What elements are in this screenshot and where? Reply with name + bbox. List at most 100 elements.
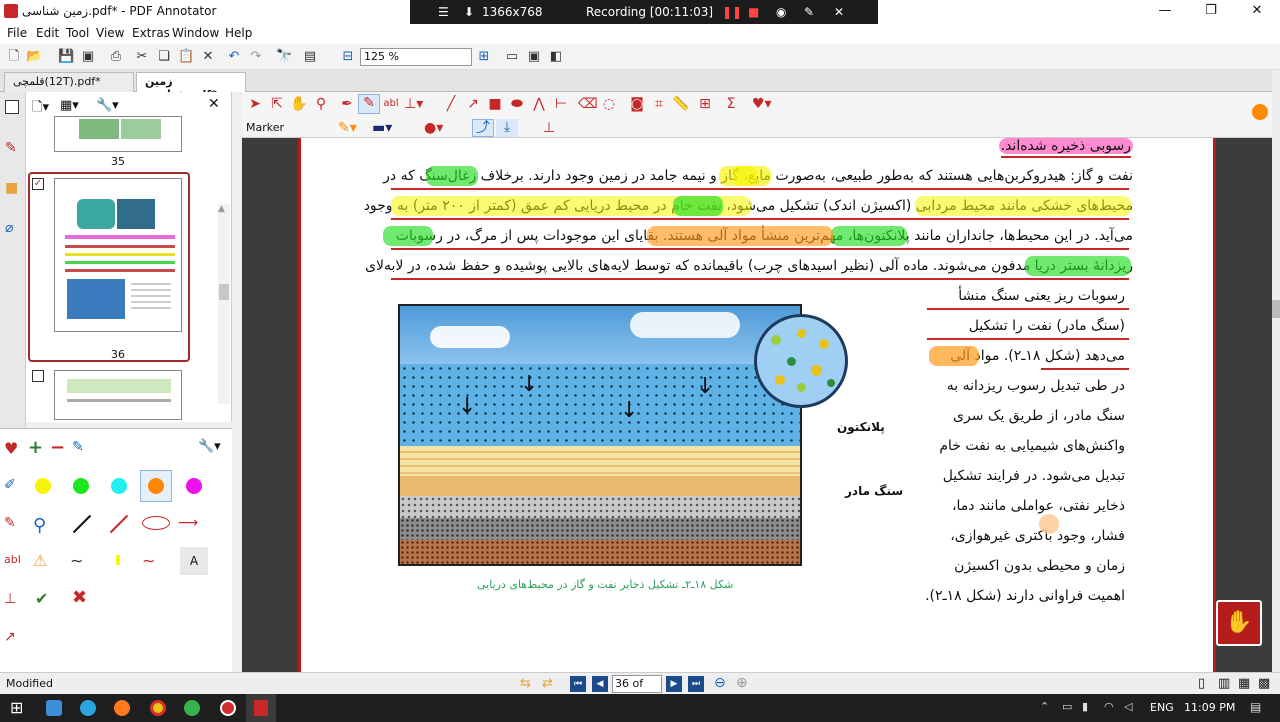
- favorite-heart-icon[interactable]: ♥▾: [752, 96, 772, 112]
- text-box-tool-icon[interactable]: A: [180, 547, 208, 575]
- snap-icon[interactable]: ⤓: [496, 119, 518, 137]
- last-page-button[interactable]: ⏭: [688, 676, 704, 692]
- cyan-marker-swatch[interactable]: [111, 478, 127, 494]
- thumbnail-page-35[interactable]: [54, 116, 182, 152]
- tray-battery-icon[interactable]: ▮: [1082, 700, 1088, 713]
- menu-extras[interactable]: Extras: [132, 26, 170, 40]
- copy-icon[interactable]: ❏: [156, 49, 172, 65]
- magenta-marker-swatch[interactable]: [186, 478, 202, 494]
- side-pen-icon[interactable]: ✐: [4, 477, 16, 493]
- ellipse-tool-icon[interactable]: [142, 516, 170, 530]
- select-arrow-icon[interactable]: ➤: [246, 96, 264, 112]
- fit-width-icon[interactable]: ▣: [526, 49, 542, 65]
- wrench-icon[interactable]: 🔧▾: [96, 98, 119, 113]
- image-tool-icon[interactable]: ⊞: [696, 96, 714, 112]
- sigma-tool-icon[interactable]: Σ: [722, 96, 740, 112]
- scroll-up-icon[interactable]: ▲: [218, 204, 230, 216]
- zoom-out-icon[interactable]: ⊟: [340, 49, 356, 65]
- print-icon[interactable]: ⎙: [108, 49, 124, 65]
- remove-tool-icon[interactable]: −: [50, 437, 65, 458]
- taskview-icon[interactable]: [46, 700, 62, 716]
- arrow-tool-icon[interactable]: ↗: [464, 96, 482, 112]
- ruler-tool-icon[interactable]: 📏: [672, 96, 690, 112]
- page-add-icon[interactable]: 🗋▾: [32, 98, 49, 120]
- menu-help[interactable]: Help: [225, 26, 252, 40]
- lasso-tool-icon[interactable]: ◌: [600, 96, 618, 112]
- tab-geology[interactable]: زمین شناسی.pdf*: [136, 72, 246, 101]
- view-mode-icon[interactable]: ▦▾: [60, 98, 79, 113]
- new-document-icon[interactable]: 🗋: [6, 49, 22, 65]
- close-panel-icon[interactable]: ✕: [208, 96, 220, 112]
- thumbnail-page-37[interactable]: [54, 370, 182, 420]
- stamp-tool-icon[interactable]: ⊥▾: [404, 96, 423, 112]
- tray-wifi-icon[interactable]: ◠: [1104, 700, 1114, 713]
- red-line-tool-icon[interactable]: [109, 514, 129, 534]
- tray-chevron-icon[interactable]: ⌃: [1040, 700, 1049, 713]
- attachment-tab-icon[interactable]: ⌀: [5, 220, 13, 236]
- save-icon[interactable]: 💾: [58, 49, 74, 65]
- cross-mark-icon[interactable]: ✖: [72, 587, 87, 608]
- zoom-select[interactable]: 125 %: [360, 48, 472, 66]
- back-icon[interactable]: ⊖: [714, 675, 726, 691]
- menu-view[interactable]: View: [96, 26, 124, 40]
- side-stamp-icon[interactable]: ⊥: [4, 591, 16, 607]
- eraser-tool-icon[interactable]: ⌫: [578, 96, 598, 112]
- folder-tab-icon[interactable]: ■: [5, 180, 18, 196]
- zoom-tool-icon[interactable]: ⚲: [312, 96, 330, 112]
- prev-page-button[interactable]: ◀: [592, 676, 608, 692]
- fullscreen-icon[interactable]: ◧: [548, 49, 564, 65]
- hand-mode-button[interactable]: ✋: [1216, 600, 1262, 646]
- save-as-icon[interactable]: ▣: [80, 49, 96, 65]
- undo-icon[interactable]: ↶: [226, 49, 242, 65]
- tab-qalamchi[interactable]: قلمچی(12T).pdf*: [4, 72, 134, 92]
- thumbnail-checkbox[interactable]: [32, 370, 44, 382]
- camera-icon[interactable]: ◉: [776, 5, 786, 19]
- paste-icon[interactable]: 📋: [178, 49, 194, 65]
- app-green-icon[interactable]: [184, 700, 200, 716]
- side-text-icon[interactable]: abl: [4, 553, 21, 566]
- crop-tool-icon[interactable]: ⌗: [650, 96, 668, 112]
- yellow-marker-swatch[interactable]: [35, 478, 51, 494]
- pin-icon[interactable]: ⬇: [464, 5, 474, 19]
- document-scrollbar[interactable]: [1272, 70, 1280, 672]
- yellow-highlighter-icon[interactable]: [116, 555, 120, 565]
- open-folder-icon[interactable]: 📂: [26, 49, 42, 65]
- pen-icon[interactable]: ✎: [804, 5, 814, 19]
- pause-icon[interactable]: ❚❚: [722, 5, 742, 19]
- typewriter-tool-icon[interactable]: abl: [382, 96, 400, 112]
- pdf-annotator-taskbar-icon[interactable]: [246, 694, 276, 722]
- thumbnail-page-36[interactable]: [54, 178, 182, 332]
- add-tool-icon[interactable]: +: [28, 437, 43, 458]
- menu-tool[interactable]: Tool: [66, 26, 89, 40]
- notifications-icon[interactable]: ▤: [1250, 700, 1261, 714]
- polyline-tool-icon[interactable]: ⋀: [530, 96, 548, 112]
- continuous-view-icon[interactable]: ▥: [1218, 676, 1230, 691]
- orange-marker-swatch[interactable]: [148, 478, 164, 494]
- menu-file[interactable]: File: [7, 26, 27, 40]
- favorites-heart-icon[interactable]: ♥: [4, 439, 18, 458]
- side-marker-icon[interactable]: ✎: [4, 515, 16, 531]
- firefox-icon[interactable]: [114, 700, 130, 716]
- clock[interactable]: 11:09 PM: [1184, 701, 1235, 714]
- single-page-view-icon[interactable]: ▯: [1198, 676, 1205, 691]
- thumbnail-checkbox[interactable]: ✓: [32, 178, 44, 190]
- grid-view-icon[interactable]: ▩: [1258, 676, 1270, 691]
- red-arrow-tool-icon[interactable]: ⟶: [178, 515, 198, 531]
- measure-tool-icon[interactable]: ⊢: [552, 96, 570, 112]
- line-width-icon[interactable]: ▬▾: [372, 120, 392, 136]
- layout-icon[interactable]: ▤: [302, 49, 318, 65]
- magnifier-tool-icon[interactable]: ⚲: [33, 515, 46, 536]
- scroll-thumb[interactable]: [219, 284, 229, 300]
- panel-toggle-checkbox[interactable]: [5, 100, 19, 114]
- find-icon[interactable]: 🔭: [276, 49, 292, 65]
- chrome-icon[interactable]: [150, 700, 166, 716]
- first-page-button[interactable]: ⏮: [570, 676, 586, 692]
- warning-stamp-icon[interactable]: ⚠: [33, 551, 47, 570]
- tray-volume-icon[interactable]: ◁: [1124, 700, 1132, 713]
- forward-icon[interactable]: ⊕: [736, 675, 748, 691]
- maximize-button[interactable]: ❐: [1188, 0, 1234, 24]
- page-number-input[interactable]: 36 of 120: [612, 675, 662, 706]
- zoom-in-icon[interactable]: ⊞: [476, 49, 492, 65]
- close-button[interactable]: ✕: [1234, 0, 1280, 24]
- toolbox-settings-icon[interactable]: 🔧▾: [198, 439, 221, 454]
